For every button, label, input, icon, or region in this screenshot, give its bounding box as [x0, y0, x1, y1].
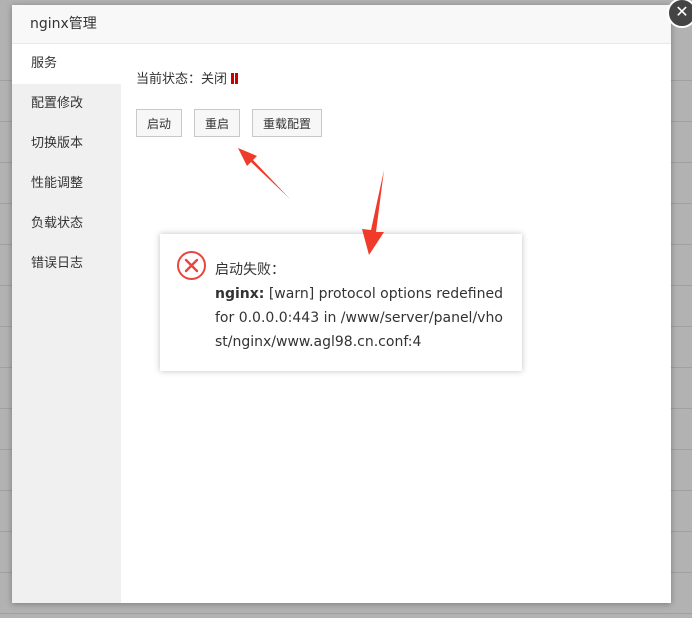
close-icon[interactable]: ✕	[667, 0, 692, 28]
restart-button[interactable]: 重启	[194, 109, 241, 137]
start-button[interactable]: 启动	[136, 109, 183, 137]
sidebar-item-error-log[interactable]: 错误日志	[12, 244, 121, 284]
status-label: 当前状态：	[136, 72, 202, 87]
error-toast: 启动失败： nginx: [warn] protocol options red…	[160, 234, 522, 371]
modal-title: nginx管理	[12, 5, 671, 44]
sidebar-item-service[interactable]: 服务	[12, 44, 121, 84]
sidebar-item-config[interactable]: 配置修改	[12, 84, 121, 124]
error-icon	[176, 250, 207, 285]
reload-config-button[interactable]: 重载配置	[252, 109, 323, 137]
service-buttons: 启动 重启 重载配置	[136, 109, 334, 137]
sidebar-item-load-status[interactable]: 负载状态	[12, 204, 121, 244]
modal-sidebar: 服务 配置修改 切换版本 性能调整 负载状态 错误日志	[12, 44, 121, 603]
status-line: 当前状态：关闭	[136, 71, 239, 89]
error-message: 启动失败： nginx: [warn] protocol options red…	[215, 258, 510, 354]
sidebar-item-switch-version[interactable]: 切换版本	[12, 124, 121, 164]
error-prefix: nginx:	[215, 286, 265, 302]
status-value: 关闭	[201, 72, 228, 87]
sidebar-item-performance[interactable]: 性能调整	[12, 164, 121, 204]
service-panel: 当前状态：关闭 启动 重启 重载配置	[136, 71, 323, 137]
pause-icon	[231, 73, 239, 84]
error-detail: nginx: [warn] protocol options redefined…	[215, 286, 503, 350]
error-title: 启动失败：	[215, 262, 285, 278]
